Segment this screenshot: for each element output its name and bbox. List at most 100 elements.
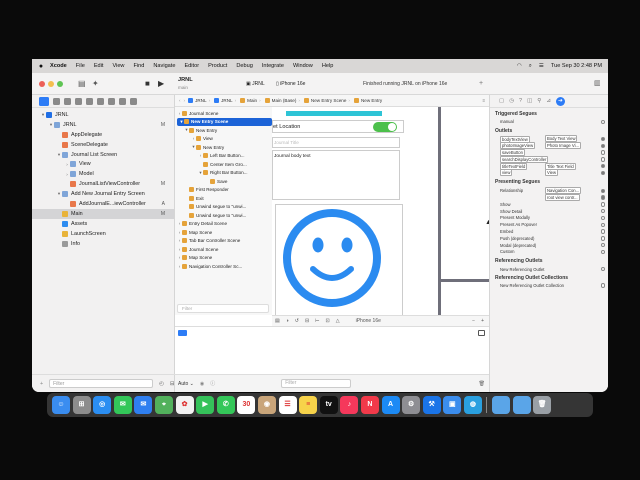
appletv-icon[interactable]: tv [319, 396, 338, 414]
file-item[interactable]: LaunchScreen [32, 229, 174, 239]
connection-row[interactable]: New Referencing Outlet [490, 266, 608, 272]
file-item[interactable]: › Model [32, 169, 174, 179]
history-inspector-icon[interactable]: ◷ [509, 98, 514, 104]
file-item[interactable]: ▾ Journal List Screen [32, 150, 174, 160]
connect-circle-icon[interactable] [600, 170, 605, 176]
connection-row[interactable]: Show [490, 201, 608, 208]
source-control-icon[interactable] [53, 97, 60, 105]
navigator-filter-input[interactable]: Filter [49, 379, 154, 388]
hide-debug-area-icon[interactable] [178, 330, 187, 336]
breadcrumb-item[interactable]: Main (Base) › [264, 98, 300, 103]
connection-row[interactable]: root view contr... [490, 194, 608, 202]
zoom-out-icon[interactable]: − [472, 318, 475, 324]
recent-files-icon[interactable]: ◴ [159, 381, 164, 387]
safari-icon[interactable]: ◎ [93, 396, 112, 414]
inspector-toggle-icon[interactable]: ▥ [594, 79, 601, 87]
connect-circle-icon[interactable] [600, 157, 605, 162]
outline-item[interactable]: › Left Bar Button... [175, 152, 272, 161]
connect-circle-icon[interactable] [600, 249, 605, 255]
add-file-icon[interactable]: + [40, 381, 43, 387]
connection-row[interactable]: New Referencing Outlet Collection [490, 283, 608, 289]
storyboard-canvas[interactable]: et Location Journal Title Journal body t… [272, 107, 492, 364]
menu-integrate[interactable]: Integrate [262, 63, 284, 69]
connection-row[interactable]: Show Detail [490, 208, 608, 215]
connection-row[interactable]: manual [490, 119, 608, 125]
debug-console[interactable] [175, 340, 489, 374]
file-inspector-icon[interactable]: ▢ [499, 98, 504, 104]
connection-row[interactable]: Embed [490, 228, 608, 235]
breadcrumb-item[interactable]: JRNL › [214, 98, 236, 103]
file-item[interactable]: Assets [32, 219, 174, 229]
file-item[interactable]: › View [32, 159, 174, 169]
size-inspector-icon[interactable]: ⊿ [546, 98, 551, 104]
body-text-view[interactable]: Journal body text [272, 150, 400, 200]
connection-row[interactable]: Present As Popover [490, 221, 608, 228]
file-item[interactable]: Info [32, 239, 174, 249]
messages-icon[interactable]: ✉ [113, 396, 132, 414]
control-center-icon[interactable]: ☰ [539, 63, 544, 69]
console-filter-input[interactable]: Filter [281, 379, 352, 388]
connect-circle-icon[interactable] [600, 266, 605, 272]
maps-icon[interactable]: ⌖ [154, 396, 173, 414]
split-console-icon[interactable] [478, 330, 485, 336]
connection-row[interactable]: Custom [490, 249, 608, 256]
outline-item[interactable]: › Journal Scene [175, 109, 272, 118]
file-item[interactable]: ▾ Add New Journal Entry Screen [32, 189, 174, 199]
notes-icon[interactable]: ≡ [299, 396, 318, 414]
file-item[interactable]: Main M [32, 208, 174, 219]
system-settings-icon[interactable]: ⚙ [402, 396, 421, 414]
outline-item[interactable]: First Responder [175, 186, 272, 195]
menu-find[interactable]: Find [133, 63, 144, 69]
project-navigator-icon[interactable] [39, 96, 49, 106]
report-navigator-icon[interactable] [130, 97, 137, 105]
phone-icon[interactable]: ✆ [216, 396, 235, 414]
menu-editor[interactable]: Editor [184, 63, 199, 69]
photos-icon[interactable]: ✿ [175, 396, 194, 414]
outline-item[interactable]: › Journal Scene [175, 245, 272, 254]
appearance-icon[interactable]: ◑ [286, 318, 289, 324]
align-icon[interactable]: ⊢ [315, 318, 319, 324]
find-navigator-icon[interactable] [75, 97, 82, 105]
toggle-outline-icon[interactable]: ▤ [275, 318, 280, 324]
sidebar-toggle-icon[interactable]: ▤ [78, 79, 86, 88]
photo-image-view[interactable] [275, 204, 403, 318]
stop-button[interactable]: ■ [145, 79, 150, 88]
facetime-icon[interactable]: ▶ [196, 396, 215, 414]
file-item[interactable]: SceneDelegate [32, 140, 174, 150]
menu-help[interactable]: Help [322, 63, 334, 69]
outline-item[interactable]: › Entry Detail Scene [175, 220, 272, 229]
outline-item[interactable]: ▾ New Entry [175, 143, 272, 152]
attributes-inspector-icon[interactable]: ⚲ [537, 98, 541, 104]
mail-icon[interactable]: ✉ [134, 396, 153, 414]
symbol-navigator-icon[interactable] [64, 97, 71, 105]
forward-icon[interactable]: › [184, 98, 186, 103]
connect-circle-icon[interactable] [600, 208, 605, 214]
calendar-icon[interactable]: 30 [237, 396, 256, 414]
outline-item[interactable]: › Tab Bar Controller Scene [175, 237, 272, 246]
outline-item[interactable]: › Map Scene [175, 254, 272, 263]
breadcrumb-item[interactable]: Main › [240, 98, 261, 103]
title-text-field[interactable]: Journal Title [272, 137, 400, 148]
close-window-button[interactable] [39, 81, 45, 87]
eye-icon[interactable]: ◉ [200, 381, 204, 387]
reminders-icon[interactable]: ☰ [278, 396, 297, 414]
connect-circle-icon[interactable] [600, 188, 605, 194]
file-item[interactable]: JournalListViewController M [32, 179, 174, 189]
outline-item[interactable]: › View [175, 135, 272, 144]
menu-file[interactable]: File [76, 63, 85, 69]
file-item[interactable]: AddJournalE...iewController A [32, 199, 174, 209]
menu-debug[interactable]: Debug [236, 63, 252, 69]
connect-circle-icon[interactable] [600, 202, 605, 207]
outline-item[interactable]: ▾ Right Bar Button... [175, 169, 272, 178]
device-selector[interactable]: ▯ iPhone 16e [276, 81, 305, 87]
debug-navigator-icon[interactable] [108, 97, 115, 105]
connection-row[interactable]: view View [490, 169, 608, 177]
connect-circle-icon[interactable] [600, 236, 605, 241]
menu-view[interactable]: View [112, 63, 124, 69]
folder2-icon[interactable] [512, 396, 531, 414]
filter-options-icon[interactable]: ⊟ [170, 381, 175, 387]
search-icon[interactable]: ⌕ [529, 63, 532, 70]
info-icon[interactable]: ⓘ [210, 380, 215, 387]
launchpad-icon[interactable]: ⊞ [72, 396, 91, 414]
debug-icon[interactable]: ✦ [92, 79, 99, 88]
